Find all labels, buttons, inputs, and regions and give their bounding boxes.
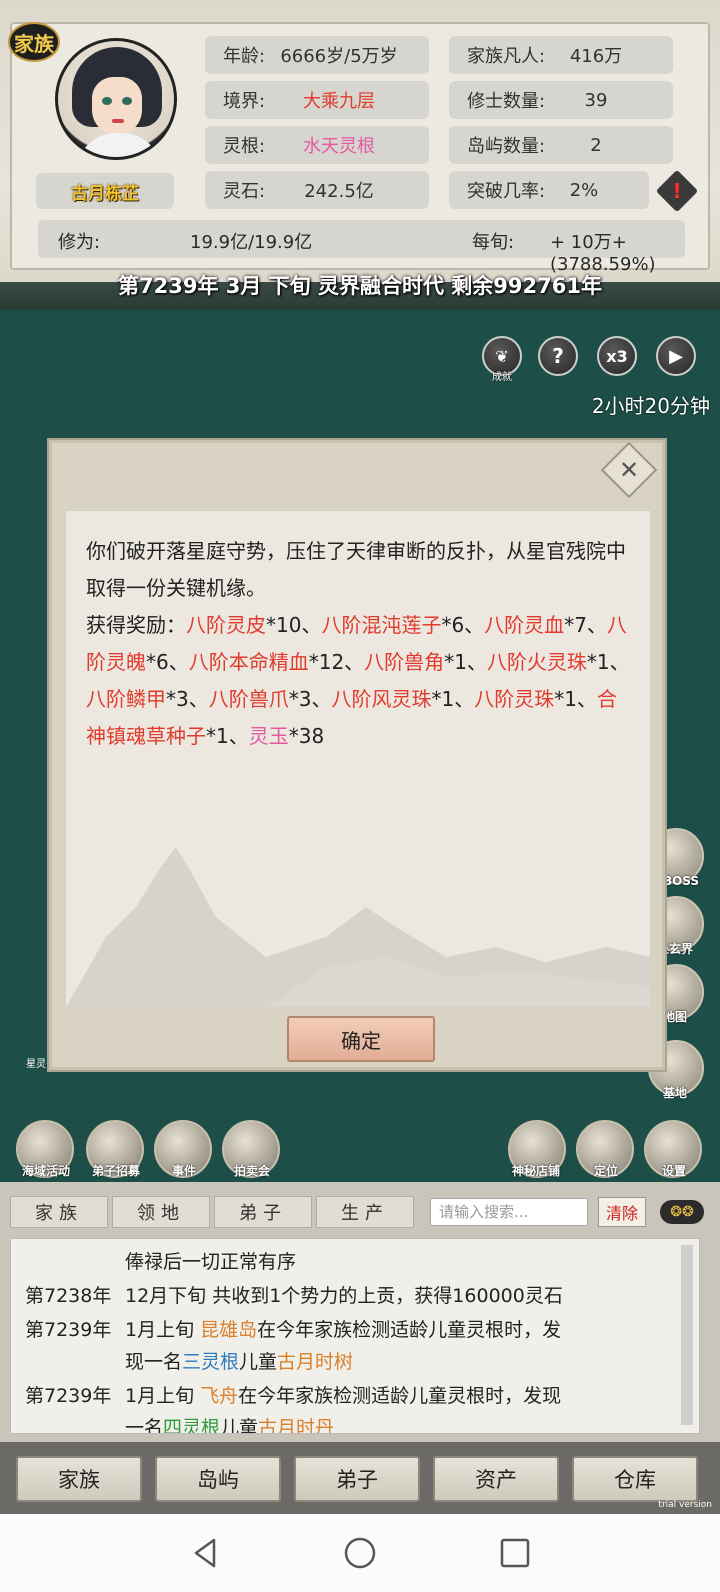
speed-button[interactable]: x3 [597, 336, 637, 376]
dialog-text: 你们破开落星庭守势，压住了天律审断的反扑，从星官残院中取得一份关键机缘。 获得奖… [86, 539, 630, 748]
time-remaining: 2小时20分钟 [591, 394, 710, 418]
status-panel: 家族 古月栋芷 年龄: 6666岁/5万岁 境界: 大乘九层 灵根: 水天灵根 灵石:… [0, 0, 720, 310]
reward-item-qty: *3、 [288, 687, 332, 711]
bottom-nav: 家族 岛屿 弟子 资产 仓库 trial version [0, 1442, 720, 1514]
log-line: 俸禄后一切正常有序 [125, 1251, 297, 1273]
bottom-label-auction: 拍卖会 [233, 1164, 270, 1178]
reward-item-qty: *1、 [586, 650, 630, 674]
avatar[interactable] [55, 38, 177, 160]
reward-item-name: 灵玉 [248, 724, 289, 748]
reward-item-name: 八阶混沌莲子 [321, 613, 442, 637]
log-scrollbar[interactable] [681, 1245, 693, 1425]
trial-label: trial version [658, 1500, 712, 1510]
stat-realm: 境界: 大乘九层 [205, 81, 429, 119]
reward-item-name: 八阶鳞甲 [86, 687, 166, 711]
more-icon[interactable]: ❂❂ [660, 1200, 704, 1224]
log-date: 第7239年 [25, 1319, 112, 1341]
reward-item-qty: *6、 [146, 650, 189, 674]
reward-item-name: 八阶火灵珠 [486, 650, 587, 674]
mountain-bg-icon [66, 847, 650, 1007]
reward-item-name: 八阶灵血 [484, 613, 565, 637]
clear-button[interactable]: 清除 [598, 1197, 646, 1227]
log-date: 第7238年 [25, 1285, 112, 1307]
help-button[interactable]: ? [538, 336, 578, 376]
log-list[interactable]: 俸禄后一切正常有序 第7238年 12月下旬 共收到1个势力的上贡，获得1600… [10, 1238, 700, 1434]
log-line: 1月上旬 飞舟在今年家族检测适龄儿童灵根时，发现 [125, 1385, 562, 1407]
nav-islands[interactable]: 岛屿 [155, 1456, 281, 1502]
reward-item-qty: *1、 [444, 650, 487, 674]
reward-item-name: 八阶兽角 [364, 650, 445, 674]
tab-territory[interactable]: 领地 [112, 1196, 210, 1228]
bottom-label-shop: 神秘店铺 [511, 1164, 560, 1178]
nav-disciples[interactable]: 弟子 [294, 1456, 420, 1502]
bottom-label-sea: 海域活动 [21, 1164, 70, 1178]
stat-breakthrough: 突破几率: 2% [449, 171, 649, 209]
recents-icon[interactable] [498, 1536, 532, 1570]
home-icon[interactable] [343, 1536, 377, 1570]
family-badge[interactable]: 家族 [8, 22, 60, 62]
tab-production[interactable]: 生产 [316, 1196, 414, 1228]
side-label-base: 基地 [662, 1086, 687, 1100]
log-panel: 家族 领地 弟子 生产 清除 ❂❂ 俸禄后一切正常有序 第7238年 12月下旬… [0, 1182, 720, 1442]
stat-spirit-stones: 灵石: 242.5亿 [205, 171, 429, 209]
reward-item-qty: *7、 [564, 613, 607, 637]
stat-islands: 岛屿数量: 2 [449, 126, 673, 164]
stat-age: 年龄: 6666岁/5万岁 [205, 36, 429, 74]
tab-disciples[interactable]: 弟子 [214, 1196, 312, 1228]
back-icon[interactable] [188, 1536, 222, 1570]
reward-item-qty: *38 [288, 724, 325, 748]
reward-item-name: 八阶灵皮 [186, 613, 266, 637]
reward-item-qty: *1、 [206, 724, 249, 748]
reward-item-qty: *3、 [166, 687, 209, 711]
nav-family[interactable]: 家族 [16, 1456, 142, 1502]
reward-item-name: 八阶风灵珠 [331, 687, 432, 711]
cultivation-bar: 修为: 19.9亿/19.9亿 每旬: + 10万+(3788.59%) [38, 220, 685, 275]
stat-cultivators: 修士数量: 39 [449, 81, 673, 119]
log-line: 现一名三灵根儿童古月时树 [125, 1351, 354, 1373]
reward-item-qty: *1、 [431, 687, 475, 711]
reward-item-qty: *6、 [441, 613, 485, 637]
date-line: 第7239年 3月 下旬 灵界融合时代 剩余992761年 [118, 274, 602, 298]
reward-item-qty: *1、 [554, 687, 597, 711]
confirm-button[interactable]: 确定 [287, 1016, 435, 1062]
reward-item-name: 八阶灵珠 [474, 687, 555, 711]
log-line: 一名四灵根儿童古月时丹 [125, 1417, 335, 1434]
reward-item-name: 八阶本命精血 [188, 650, 309, 674]
alert-icon[interactable]: ! [655, 169, 699, 213]
system-nav-bar [0, 1514, 720, 1592]
achievement-label: 成就 [492, 372, 512, 383]
log-line: 1月上旬 昆雄岛在今年家族检测适龄儿童灵根时，发 [125, 1319, 562, 1341]
reward-item-qty: *10、 [266, 613, 322, 637]
nav-warehouse[interactable]: 仓库 [572, 1456, 698, 1502]
nav-assets[interactable]: 资产 [433, 1456, 559, 1502]
close-button[interactable]: ✕ [600, 441, 658, 499]
stat-spirit-root: 灵根: 水天灵根 [205, 126, 429, 164]
reward-item-name: 八阶兽爪 [208, 687, 289, 711]
play-button[interactable]: ▶ [656, 336, 696, 376]
left-side-label: 星灵 [26, 1059, 46, 1070]
dialog-body: 你们破开落星庭守势，压住了天律审断的反扑，从星官残院中取得一份关键机缘。 获得奖… [65, 510, 651, 1008]
reward-dialog: ✕ 你们破开落星庭守势，压住了天律审断的反扑，从星官残院中取得一份关键机缘。 获… [47, 438, 667, 1072]
stat-mortals: 家族凡人: 416万 [449, 36, 673, 74]
character-name: 古月栋芷 [36, 173, 174, 209]
log-date: 第7239年 [25, 1385, 112, 1407]
search-input[interactable] [430, 1198, 588, 1226]
close-icon: ✕ [618, 456, 640, 484]
tab-family[interactable]: 家族 [10, 1196, 108, 1228]
log-line: 12月下旬 共收到1个势力的上贡，获得160000灵石 [125, 1285, 563, 1307]
bottom-label-settings: 设置 [661, 1164, 686, 1178]
laurel-icon: ❦ [495, 346, 509, 366]
reward-item-qty: *12、 [308, 650, 365, 674]
